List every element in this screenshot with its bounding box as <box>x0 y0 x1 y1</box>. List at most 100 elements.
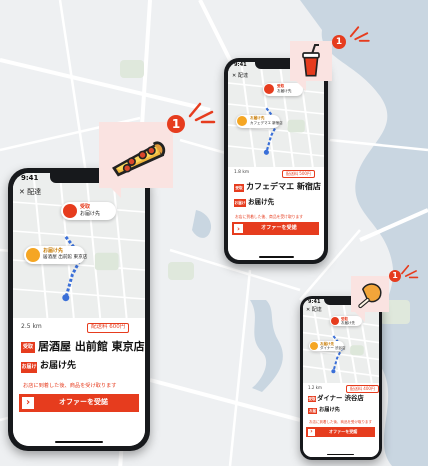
pizza-icon <box>112 141 166 177</box>
cup-body <box>303 56 319 77</box>
destination-tag: お届け <box>21 362 37 373</box>
chicken-leg-icon <box>358 283 382 309</box>
home-indicator <box>259 256 294 258</box>
home-pin-icon <box>237 116 247 126</box>
distance-text: 1.2 km <box>308 385 322 390</box>
pepperoni <box>147 146 156 155</box>
pepperoni <box>138 150 147 160</box>
cup-lid <box>302 52 320 59</box>
distance-text: 1.8 km <box>234 170 250 175</box>
fee-badge: 配送料 400円 <box>346 385 379 393</box>
destination-name: お届け先 <box>248 198 275 206</box>
pickup-pin-sub: お届け先 <box>341 321 355 325</box>
pickup-pin-sub: お届け先 <box>277 89 292 93</box>
destination-tag: お届け <box>234 199 246 207</box>
store-pin-icon <box>264 84 274 94</box>
phone-1: 9:41 ✕ 配達 受取 お届け先 お届け先 居酒屋 出前館 東京店 2.5 km 配送料 6… <box>8 168 150 451</box>
rider-location-dot <box>331 369 336 374</box>
shop-name: カフェデマエ 新宿店 <box>246 182 321 191</box>
destination-name: お届け先 <box>40 361 77 371</box>
map-park <box>350 345 364 356</box>
map-park <box>287 119 305 133</box>
callout-tail <box>111 188 121 198</box>
map-park <box>168 262 194 280</box>
pepperoni <box>122 163 132 173</box>
pepperoni <box>127 157 136 166</box>
dropoff-pin-card[interactable]: お届け先 カフェデマエ 新宿店 <box>236 115 283 128</box>
pickup-pin-label: 受取 <box>80 204 91 210</box>
promo-scene: 9:41 ✕ 配達 受取 お届け先 お届け先 居酒屋 出前館 東京店 2.5 km 配送料 6… <box>0 0 428 466</box>
accept-offer-button[interactable]: › オファーを受諾 <box>306 427 375 437</box>
shop-tag: 受取 <box>234 184 244 192</box>
phone-screen: 9:41 ✕ 配達 受取 お届け先 お届け先 居酒屋 出前館 東京店 2.5 km 配送料 6… <box>13 173 145 446</box>
close-delivery-button[interactable]: ✕ 配達 <box>19 189 41 196</box>
offer-sheet: 1.8 km 配送料 500円受取 カフェデマエ 新宿店 お届け お届け先お店に到着した… <box>228 167 324 260</box>
shop-name: 居酒屋 出前館 東京店 <box>38 340 145 353</box>
store-pin-icon <box>331 317 339 325</box>
distance-text: 2.5 km <box>21 323 42 330</box>
arrow-right-icon: › <box>234 224 243 233</box>
burst-line <box>404 270 417 277</box>
callout-tail <box>296 81 306 91</box>
destination-name: お届け先 <box>319 407 340 413</box>
cup-straw <box>311 44 319 54</box>
dropoff-pin-sub: カフェデマエ 新宿店 <box>250 121 283 125</box>
status-time: 9:41 <box>308 299 321 305</box>
home-indicator <box>55 440 103 443</box>
chicken-meat <box>361 283 382 303</box>
home-indicator <box>327 453 354 455</box>
accept-offer-label: オファーを受諾 <box>329 429 358 434</box>
status-time: 9:41 <box>21 174 39 182</box>
dropoff-pin-card[interactable]: お届け先 ダイナー 渋谷店 <box>309 341 346 351</box>
pickup-warning: お店に到着した後、商品を受け取ります <box>23 383 117 389</box>
accept-offer-button[interactable]: › オファーを受諾 <box>232 222 319 235</box>
shop-tag: 受取 <box>308 396 316 402</box>
accept-offer-button[interactable]: › オファーを受諾 <box>19 394 139 412</box>
arrow-right-icon: › <box>22 397 34 409</box>
pickup-pin-sub: お届け先 <box>80 211 101 217</box>
dropoff-pin-card[interactable]: お届け先 居酒屋 出前館 東京店 <box>24 246 88 264</box>
burst-line <box>354 32 369 41</box>
arrow-right-icon: › <box>308 429 315 436</box>
phone-screen: 9:41 ✕ 配達 受取 お届け先 お届け先 ダイナー 渋谷店 1.2 km 配送料 400円… <box>303 299 379 457</box>
alert-burst-icon <box>401 264 419 279</box>
alert-burst-icon <box>188 102 216 124</box>
phone-2: 9:41 ✕ 配達 受取 お届け先 お届け先 カフェデマエ 新宿店 1.8 km 配送料 50… <box>224 58 328 264</box>
callout-tail <box>355 312 365 322</box>
status-time: 9:41 <box>234 62 247 68</box>
accept-offer-label: オファーを受諾 <box>59 398 108 406</box>
close-delivery-button[interactable]: ✕ 配達 <box>232 73 248 79</box>
fee-badge: 配送料 600円 <box>87 323 130 333</box>
notification-count-badge: 1 <box>167 115 185 133</box>
shop-tag: 受取 <box>21 342 35 353</box>
drink-cup-icon <box>302 44 320 77</box>
burst-line <box>401 264 410 275</box>
shop-name: ダイナー 渋谷店 <box>317 394 364 402</box>
close-delivery-button[interactable]: ✕ 配達 <box>306 308 322 313</box>
pickup-warning: お店に到着した後、商品を受け取ります <box>235 214 304 219</box>
dropoff-pin-label: お届け先 <box>43 248 64 254</box>
phone-screen: 9:41 ✕ 配達 受取 お届け先 お届け先 カフェデマエ 新宿店 1.8 km 配送料 50… <box>228 62 324 260</box>
alert-burst-icon <box>349 26 370 42</box>
map-park <box>120 60 144 78</box>
map-park <box>94 252 119 271</box>
dropoff-pin-sub: ダイナー 渋谷店 <box>320 346 346 350</box>
destination-tag: お届け <box>308 408 317 419</box>
dropoff-pin-sub: 居酒屋 出前館 東京店 <box>43 255 88 260</box>
phone-3: 9:41 ✕ 配達 受取 お届け先 お届け先 ダイナー 渋谷店 1.2 km 配送料 400円… <box>300 296 382 460</box>
rider-location-dot <box>263 149 269 155</box>
burst-line <box>188 102 202 118</box>
home-pin-icon <box>310 342 318 350</box>
pickup-warning: お店に到着した後、商品を受け取ります <box>309 420 372 424</box>
pickup-pin-card[interactable]: 受取 お届け先 <box>61 202 116 220</box>
accept-offer-label: オファーを受諾 <box>261 225 297 231</box>
home-pin-icon <box>26 248 40 262</box>
rider-location-dot <box>62 294 70 302</box>
burst-line <box>194 110 214 122</box>
store-pin-icon <box>63 204 77 218</box>
notification-count-badge: 1 <box>332 35 346 49</box>
burst-line <box>349 26 360 38</box>
offer-sheet: 1.2 km 配送料 400円受取 ダイナー 渋谷店 お届け お届け先お店に到着した後、… <box>303 383 379 457</box>
fee-badge: 配送料 500円 <box>282 170 315 179</box>
offer-sheet: 2.5 km 配送料 600円受取 居酒屋 出前館 東京店 お届け お届け先お店に到着し… <box>13 318 145 446</box>
